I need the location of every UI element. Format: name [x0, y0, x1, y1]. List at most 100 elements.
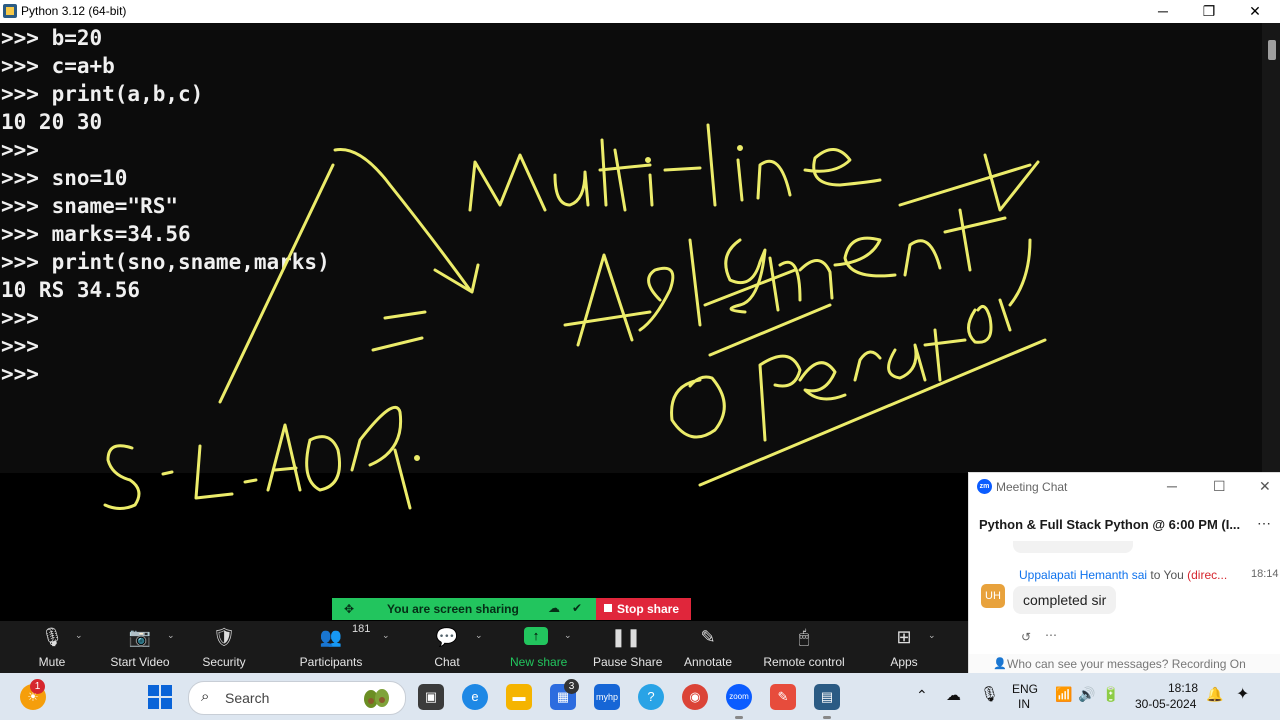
close-icon[interactable]: ✕ [1259, 478, 1271, 495]
show-hidden-icons[interactable]: ⌃ [916, 687, 928, 704]
apps-icon: ⊞ [896, 627, 912, 647]
message-sender: Uppalapati Hemanth sai to You (direc... [1019, 568, 1227, 582]
screen-sharing-banner: ✥ You are screen sharing ☁ ✔ [332, 598, 596, 620]
new-share-button[interactable]: ↑ ⌄ New share [510, 621, 572, 673]
mouse-icon: 🖱 [798, 627, 810, 647]
chevron-down-icon[interactable]: ⌄ [475, 630, 483, 641]
security-button[interactable]: 🛡 Security [194, 621, 254, 673]
maximize-icon[interactable]: ☐ [1213, 478, 1226, 495]
avatar: UH [981, 584, 1005, 608]
chevron-down-icon[interactable]: ⌄ [564, 630, 572, 641]
remote-control-button[interactable]: 🖱 Remote control [759, 621, 849, 673]
windows-taskbar: ☀ 1 ⌕ Search ▣ e ▬ ▦ 3 myhp ? ◉ zoom ✎ ▤… [0, 673, 1280, 720]
chat-header: zm Meeting Chat ─ ☐ ✕ [969, 473, 1280, 501]
annotate-button[interactable]: ✎ Annotate [680, 621, 736, 673]
scrollbar-thumb[interactable] [1268, 40, 1276, 60]
chevron-down-icon[interactable]: ⌄ [928, 630, 936, 641]
annotation-tool-icon[interactable]: ✎ [770, 684, 796, 710]
notification-badge: 1 [30, 679, 45, 694]
running-indicator [823, 716, 831, 719]
search-box[interactable]: ⌕ Search [188, 681, 406, 715]
console-line: 10 RS 34.56 [1, 278, 141, 302]
window-title-bar: Python 3.12 (64-bit) ─ ❐ ✕ [0, 0, 1280, 24]
maximize-button[interactable]: ❐ [1186, 0, 1232, 23]
chat-footer: 👤 Who can see your messages? Recording O… [969, 654, 1280, 674]
python-taskbar-icon[interactable]: ▤ [814, 684, 840, 710]
console-line: >>> [1, 334, 39, 358]
reply-icon[interactable]: ↺ [1021, 630, 1031, 644]
console-line: >>> sname="RS" [1, 194, 179, 218]
cloud-off-icon[interactable]: ☁ [946, 686, 961, 704]
console-output: >>> b=20 >>> c=a+b >>> print(a,b,c) 10 20 3… [1, 24, 330, 388]
volume-icon[interactable]: 🔊 [1078, 686, 1095, 703]
wifi-icon[interactable]: 📶 [1055, 686, 1072, 703]
minimize-button[interactable]: ─ [1140, 0, 1186, 23]
console-line: >>> print(a,b,c) [1, 82, 204, 106]
file-explorer-icon[interactable]: ▬ [506, 684, 532, 710]
more-options-icon[interactable]: ⋯ [1257, 515, 1271, 532]
previous-message-bubble [1013, 541, 1133, 553]
task-view-icon[interactable]: ▣ [418, 684, 444, 710]
chevron-down-icon[interactable]: ⌄ [167, 630, 175, 641]
start-button[interactable] [148, 685, 172, 709]
python-icon [3, 4, 17, 18]
store-badge: 3 [564, 679, 579, 694]
chrome-icon[interactable]: ◉ [682, 684, 708, 710]
window-title: Python 3.12 (64-bit) [21, 4, 127, 18]
participants-button[interactable]: 👥 181 ⌄ Participants [296, 621, 390, 673]
pause-icon: ❚❚ [610, 627, 642, 647]
stop-share-label: Stop share [617, 602, 680, 616]
minimize-icon[interactable]: ─ [1167, 478, 1177, 494]
participants-count: 181 [352, 623, 371, 635]
message-bubble: completed sir [1013, 586, 1117, 614]
share-arrow-icon: ↑ [524, 627, 548, 645]
microphone-icon: 🎙 [40, 627, 64, 647]
pause-share-button[interactable]: ❚❚ Pause Share [593, 621, 662, 673]
clock-date[interactable]: 30-05-2024 [1135, 697, 1196, 711]
console-line: >>> marks=34.56 [1, 222, 191, 246]
video-off-icon: 📷 [128, 627, 152, 647]
people-icon: 👤 [993, 658, 1007, 670]
pen-icon: ✎ [700, 627, 716, 647]
notification-bell-icon[interactable]: 🔔 [1206, 686, 1223, 703]
chevron-down-icon[interactable]: ⌄ [75, 630, 83, 641]
running-indicator [735, 716, 743, 719]
zoom-logo-icon: zm [977, 479, 992, 494]
recipient: to You [1150, 568, 1184, 582]
chat-privacy-note[interactable]: Who can see your messages? Recording On [1007, 657, 1246, 671]
windows-logo-icon [148, 685, 159, 696]
zoom-icon[interactable]: zoom [726, 684, 752, 710]
zoom-meeting-toolbar: 🎙 ⌄ Mute 📷 ⌄ Start Video 🛡 Security 👥 18… [0, 621, 968, 673]
clock-time[interactable]: 18:18 [1168, 681, 1198, 695]
direct-message-tag: (direc... [1187, 568, 1228, 582]
copilot-icon[interactable]: ✦ [1236, 684, 1249, 704]
stop-icon [604, 604, 612, 612]
console-line: >>> [1, 138, 39, 162]
edge-icon[interactable]: e [462, 684, 488, 710]
console-line: >>> print(sno,sname,marks) [1, 250, 330, 274]
meeting-chat-window: zm Meeting Chat ─ ☐ ✕ Python & Full Stac… [968, 472, 1280, 674]
drag-handle-icon[interactable]: ✥ [344, 602, 354, 616]
message-more-icon[interactable]: ⋯ [1045, 628, 1057, 642]
close-button[interactable]: ✕ [1232, 0, 1278, 23]
console-line: 10 20 30 [1, 110, 103, 134]
tips-icon[interactable]: ? [638, 684, 664, 710]
stop-share-button[interactable]: Stop share [596, 598, 691, 620]
console-line: >>> b=20 [1, 26, 103, 50]
microphone-icon[interactable]: 🎙 [980, 685, 999, 703]
start-video-button[interactable]: 📷 ⌄ Start Video [105, 621, 175, 673]
apps-button[interactable]: ⊞ ⌄ Apps [884, 621, 935, 673]
search-icon: ⌕ [201, 688, 210, 705]
chevron-down-icon[interactable]: ⌄ [382, 630, 390, 641]
sender-name[interactable]: Uppalapati Hemanth sai [1019, 568, 1147, 582]
mute-button[interactable]: 🎙 ⌄ Mute [27, 621, 83, 673]
chat-window-title: Meeting Chat [996, 480, 1068, 494]
console-line: >>> [1, 362, 39, 386]
shield-check-icon: ✔ [572, 601, 583, 615]
myhp-icon[interactable]: myhp [594, 684, 620, 710]
message-time: 18:14 [1251, 568, 1279, 580]
chat-button[interactable]: 💬 ⌄ Chat [427, 621, 482, 673]
console-line: >>> sno=10 [1, 166, 128, 190]
battery-icon[interactable]: 🔋 [1102, 686, 1119, 703]
console-line: >>> c=a+b [1, 54, 115, 78]
